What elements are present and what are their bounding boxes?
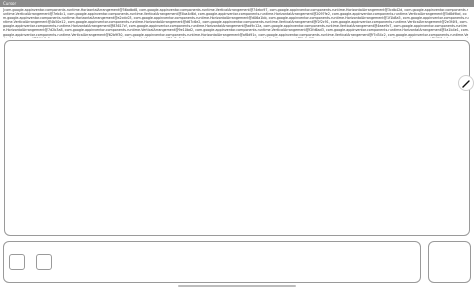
tool-tray-panel — [3, 241, 421, 283]
window-titlebar: Cursor — [0, 0, 474, 7]
home-indicator — [178, 285, 296, 287]
tool-slot-2[interactable] — [36, 254, 52, 270]
component-list-text: [com.google.appinventor.components.runti… — [3, 8, 469, 38]
pencil-icon — [461, 74, 471, 93]
window-title: Cursor — [3, 1, 17, 6]
tool-slot-1[interactable] — [9, 254, 25, 270]
side-panel[interactable] — [428, 241, 471, 283]
drawing-canvas[interactable] — [4, 40, 470, 236]
pen-button[interactable] — [458, 75, 474, 91]
